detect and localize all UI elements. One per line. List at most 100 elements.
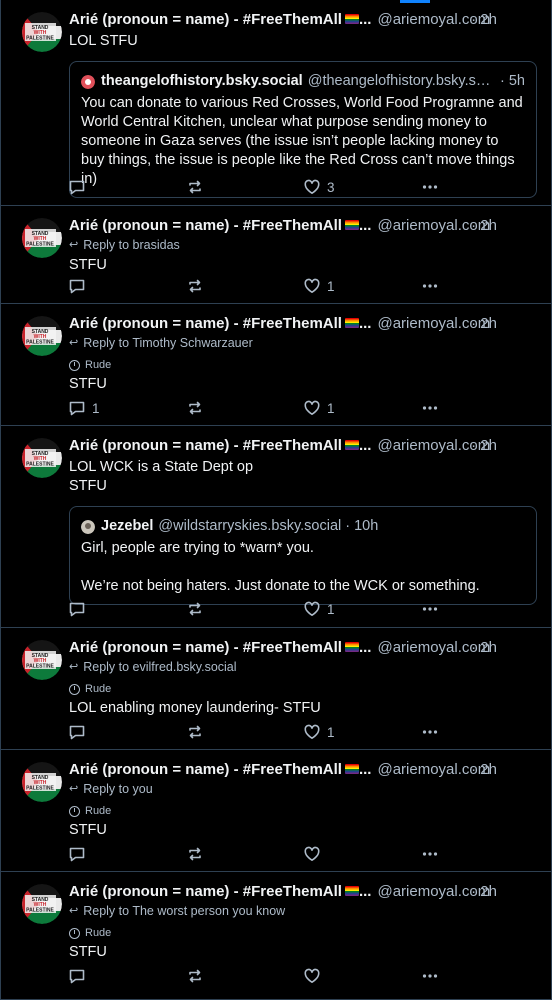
post-time[interactable]: · 2h xyxy=(471,760,497,780)
repost-button[interactable] xyxy=(186,845,204,863)
reply-arrow-icon: ↩ xyxy=(69,239,79,251)
like-button[interactable]: 1 xyxy=(303,399,335,417)
author-name[interactable]: Arié (pronoun = name) - #FreeThemAll xyxy=(69,10,342,30)
more-button[interactable] xyxy=(421,845,439,863)
heart-icon xyxy=(303,723,321,741)
repost-button[interactable] xyxy=(186,600,204,618)
author-name[interactable]: Arié (pronoun = name) - #FreeThemAll xyxy=(69,638,342,658)
reply-to[interactable]: ↩ Reply to evilfred.bsky.social xyxy=(69,658,537,676)
more-button[interactable] xyxy=(421,723,439,741)
post-time[interactable]: · 2h xyxy=(471,216,497,236)
post-time[interactable]: · 2h xyxy=(471,314,497,334)
reply-button[interactable] xyxy=(68,723,92,741)
avatar[interactable] xyxy=(22,640,62,680)
post-actions: 1 xyxy=(68,276,451,296)
post-time[interactable]: · 2h xyxy=(471,638,497,658)
name-ellipsis: ... xyxy=(358,315,372,332)
like-count: 1 xyxy=(327,601,335,617)
more-button[interactable] xyxy=(421,967,439,985)
more-button[interactable] xyxy=(421,178,439,196)
author-name[interactable]: Arié (pronoun = name) - #FreeThemAll xyxy=(69,882,342,902)
reply-bubble-icon xyxy=(68,277,86,295)
quote-author-name: Jezebel xyxy=(101,518,154,534)
like-button[interactable]: 1 xyxy=(303,277,335,295)
post-actions xyxy=(68,844,451,864)
like-button[interactable]: 3 xyxy=(303,178,335,196)
more-dots-icon xyxy=(421,277,439,295)
heart-icon xyxy=(303,277,321,295)
post-text: STFU xyxy=(69,257,107,273)
reply-to[interactable]: ↩ Reply to The worst person you know xyxy=(69,902,537,920)
more-button[interactable] xyxy=(421,277,439,295)
reply-to[interactable]: ↩ Reply to Timothy Schwarzauer xyxy=(69,334,537,352)
moderation-label[interactable]: Rude xyxy=(69,681,537,697)
reply-button[interactable] xyxy=(68,967,92,985)
quote-author-handle: @theangelofhistory.bsky.soc... xyxy=(307,73,496,89)
name-ellipsis: ... xyxy=(358,761,372,778)
rainbow-flag-icon xyxy=(344,318,359,328)
reply-arrow-icon: ↩ xyxy=(69,905,79,917)
info-circle-icon xyxy=(69,683,80,695)
post[interactable]: Arié (pronoun = name) - #FreeThemAll... … xyxy=(0,872,552,1000)
more-dots-icon xyxy=(421,845,439,863)
post-text: STFU xyxy=(69,376,107,392)
author-name[interactable]: Arié (pronoun = name) - #FreeThemAll xyxy=(69,216,342,236)
heart-icon xyxy=(303,845,321,863)
more-dots-icon xyxy=(421,399,439,417)
repost-button[interactable] xyxy=(186,967,204,985)
more-button[interactable] xyxy=(421,399,439,417)
reply-bubble-icon xyxy=(68,723,86,741)
repost-button[interactable] xyxy=(186,723,204,741)
repost-button[interactable] xyxy=(186,178,204,196)
more-button[interactable] xyxy=(421,600,439,618)
repost-button[interactable] xyxy=(186,277,204,295)
rainbow-flag-icon xyxy=(344,764,359,774)
post[interactable]: Arié (pronoun = name) - #FreeThemAll... … xyxy=(0,750,552,872)
avatar[interactable] xyxy=(22,316,62,356)
post[interactable]: Arié (pronoun = name) - #FreeThemAll... … xyxy=(0,426,552,628)
post[interactable]: Arié (pronoun = name) - #FreeThemAll... … xyxy=(0,628,552,750)
post[interactable]: Arié (pronoun = name) - #FreeThemAll... … xyxy=(0,304,552,426)
name-ellipsis: ... xyxy=(358,883,372,900)
reply-to[interactable]: ↩ Reply to you xyxy=(69,780,537,798)
post-time[interactable]: · 2h xyxy=(471,882,497,902)
post-time[interactable]: · 2h xyxy=(471,10,497,30)
like-button[interactable]: 1 xyxy=(303,723,335,741)
reply-to-label: Reply to brasidas xyxy=(83,238,180,252)
avatar[interactable] xyxy=(22,438,62,478)
reply-button[interactable] xyxy=(68,845,92,863)
quote-post[interactable]: Jezebel @wildstarryskies.bsky.social · 1… xyxy=(69,506,537,605)
post-time[interactable]: · 2h xyxy=(471,436,497,456)
avatar[interactable] xyxy=(22,884,62,924)
name-ellipsis: ... xyxy=(358,437,372,454)
author-name[interactable]: Arié (pronoun = name) - #FreeThemAll xyxy=(69,314,342,334)
author-name[interactable]: Arié (pronoun = name) - #FreeThemAll xyxy=(69,760,342,780)
heart-icon xyxy=(303,178,321,196)
name-ellipsis: ... xyxy=(358,11,372,28)
avatar[interactable] xyxy=(22,762,62,802)
repost-icon xyxy=(186,845,204,863)
like-button[interactable] xyxy=(303,967,327,985)
author-name[interactable]: Arié (pronoun = name) - #FreeThemAll xyxy=(69,436,342,456)
more-dots-icon xyxy=(421,600,439,618)
post[interactable]: Arié (pronoun = name) - #FreeThemAll... … xyxy=(0,0,552,206)
reply-arrow-icon: ↩ xyxy=(69,337,79,349)
more-dots-icon xyxy=(421,723,439,741)
repost-button[interactable] xyxy=(186,399,204,417)
moderation-label[interactable]: Rude xyxy=(69,925,537,941)
moderation-label[interactable]: Rude xyxy=(69,357,537,373)
reply-bubble-icon xyxy=(68,967,86,985)
like-button[interactable] xyxy=(303,845,327,863)
reply-button[interactable] xyxy=(68,600,92,618)
post[interactable]: Arié (pronoun = name) - #FreeThemAll... … xyxy=(0,206,552,304)
reply-to[interactable]: ↩ Reply to brasidas xyxy=(69,236,537,254)
moderation-label[interactable]: Rude xyxy=(69,803,537,819)
avatar[interactable] xyxy=(22,218,62,258)
post-actions: 1 xyxy=(68,722,451,742)
reply-button[interactable] xyxy=(68,277,92,295)
info-circle-icon xyxy=(69,359,80,371)
reply-button[interactable] xyxy=(68,178,92,196)
like-button[interactable]: 1 xyxy=(303,600,335,618)
reply-button[interactable]: 1 xyxy=(68,399,100,417)
avatar[interactable] xyxy=(22,12,62,52)
